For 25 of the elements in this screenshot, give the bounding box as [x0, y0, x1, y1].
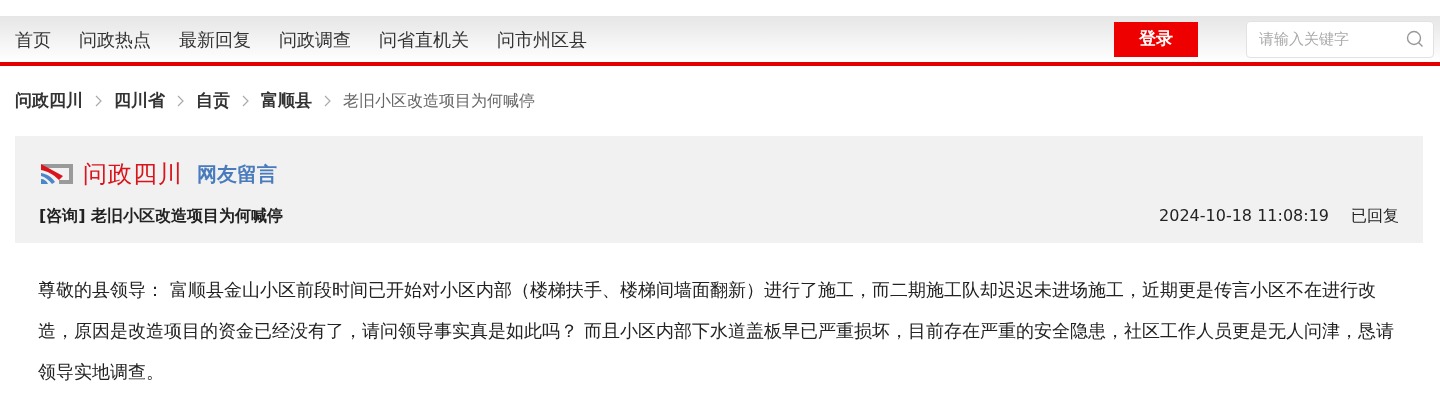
- brand-name: 问政四川: [83, 159, 183, 190]
- chevron-icon: [242, 95, 249, 107]
- post-body: 尊敬的县领导： 富顺县金山小区前段时间已开始对小区内部（楼梯扶手、楼梯间墙面翻新）进行了施工，而二期施工队却迟迟未进场施工，近期更是传言小区不在进行改造，原因是改造项目的资金已经没有了，请问领导事实真是如此吗？ 而且小区内部下水道盖板早已严重损坏，目前存在严重的安全隐患，社区工作人员更是无人问津，恳请领导实地调查。: [37, 278, 1395, 384]
- search-field[interactable]: 请输入关键字: [1246, 20, 1434, 58]
- breadcrumb-link[interactable]: 富顺县: [261, 88, 312, 114]
- chevron-icon: [324, 95, 331, 107]
- nav-link[interactable]: 首页: [15, 25, 51, 53]
- chevron-icon: [177, 95, 184, 107]
- breadcrumb-link[interactable]: 自贡: [196, 88, 230, 114]
- nav-link[interactable]: 问省直机关: [379, 25, 469, 53]
- section-name: 网友留言: [197, 161, 277, 188]
- chevron-icon: [95, 95, 102, 107]
- reply-status: 已回复: [1351, 205, 1399, 227]
- post-date: 2024-10-18 11:08:19: [1159, 205, 1329, 227]
- nav-link[interactable]: 问市州区县: [497, 25, 587, 53]
- nav-link[interactable]: 最新回复: [179, 25, 251, 53]
- breadcrumb-link[interactable]: 问政四川: [15, 88, 83, 114]
- breadcrumb-link[interactable]: 四川省: [114, 88, 165, 114]
- logo-icon: [39, 162, 75, 186]
- login-button[interactable]: 登录: [1114, 21, 1198, 57]
- search-icon[interactable]: [1406, 29, 1424, 48]
- nav-link[interactable]: 问政调查: [279, 25, 351, 53]
- nav-link[interactable]: 问政热点: [79, 25, 151, 53]
- post-title: [咨询] 老旧小区改造项目为何喊停: [39, 205, 284, 227]
- breadcrumb-current: 老旧小区改造项目为何喊停: [343, 90, 535, 112]
